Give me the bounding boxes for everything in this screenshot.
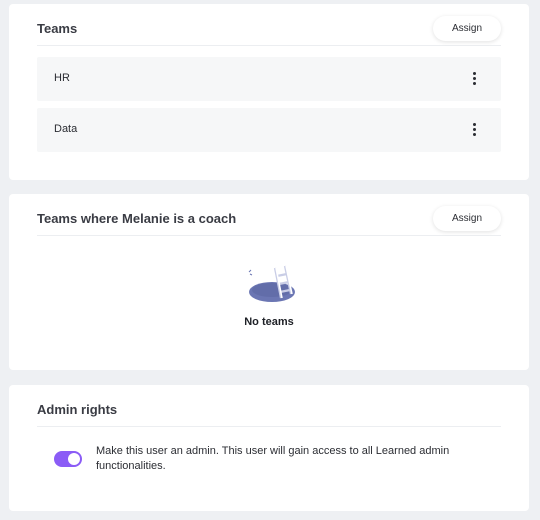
teams-card-header: Teams Assign: [37, 15, 501, 46]
coach-card-title: Teams where Melanie is a coach: [37, 211, 237, 226]
coach-card-header: Teams where Melanie is a coach Assign: [37, 205, 501, 236]
admin-description: Make this user an admin. This user will …: [96, 445, 450, 472]
teams-card: Teams Assign HR Data: [9, 4, 529, 180]
team-name: HR: [54, 72, 70, 84]
team-name: Data: [54, 123, 78, 135]
admin-card-title: Admin rights: [37, 402, 118, 417]
more-options-icon[interactable]: [471, 123, 479, 137]
assign-teams-button[interactable]: Assign: [433, 16, 501, 41]
teams-card-title: Teams: [37, 21, 78, 36]
team-row[interactable]: HR: [37, 57, 501, 101]
toggle-knob: [68, 453, 80, 465]
coach-teams-card: Teams where Melanie is a coach Assign No…: [9, 194, 529, 370]
empty-state-icon: [248, 265, 295, 302]
team-row[interactable]: Data: [37, 108, 501, 152]
admin-card-header: Admin rights: [37, 396, 501, 427]
admin-rights-card: Admin rights Make this user an admin. Th…: [9, 385, 529, 511]
admin-toggle[interactable]: [54, 451, 82, 467]
empty-state-text: No teams: [244, 316, 294, 328]
assign-coach-teams-button[interactable]: Assign: [433, 206, 501, 231]
more-options-icon[interactable]: [471, 72, 479, 86]
